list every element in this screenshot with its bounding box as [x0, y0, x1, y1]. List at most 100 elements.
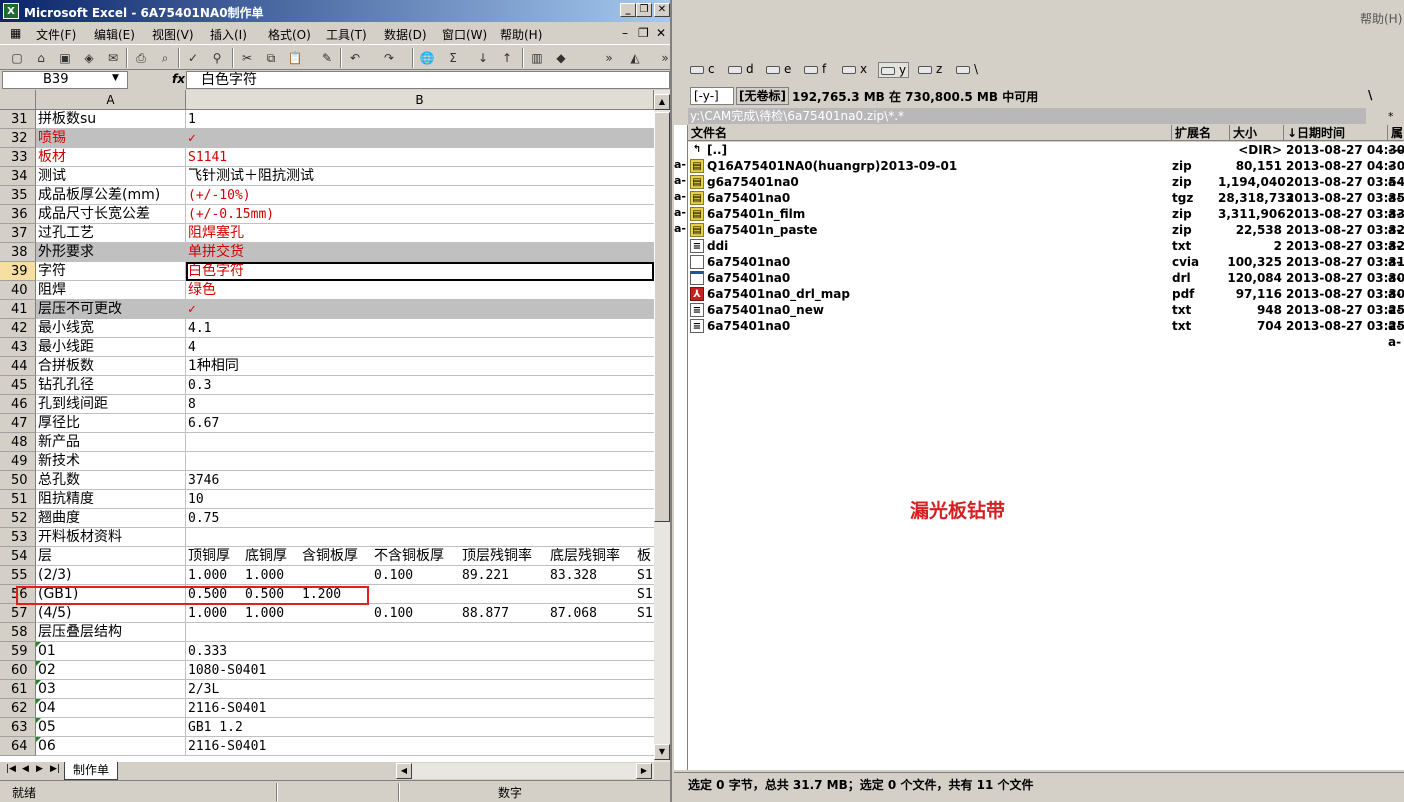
cell-b[interactable]: 4: [186, 338, 654, 357]
cell-a[interactable]: 成品板厚公差(mm): [36, 186, 186, 205]
cell-a[interactable]: 总孔数: [36, 471, 186, 490]
print-preview-icon[interactable]: ⌕: [156, 49, 174, 67]
cell-a[interactable]: 06: [36, 737, 186, 756]
cell-b[interactable]: 4.1: [186, 319, 654, 338]
row-header[interactable]: 46: [0, 395, 36, 414]
drive-z-button[interactable]: z: [918, 62, 942, 76]
row-header[interactable]: 58: [0, 623, 36, 642]
cell-b[interactable]: 0.75: [186, 509, 654, 528]
row-header[interactable]: 31: [0, 110, 36, 129]
name-box[interactable]: B39: [2, 71, 128, 89]
next-sheet-icon[interactable]: ▶: [36, 764, 43, 774]
cell-b[interactable]: 1种相同: [186, 357, 654, 376]
cell-b[interactable]: 0.3: [186, 376, 654, 395]
cell-b[interactable]: [186, 623, 654, 642]
cell-a[interactable]: 02: [36, 661, 186, 680]
cell-a[interactable]: 新产品: [36, 433, 186, 452]
row-header[interactable]: 48: [0, 433, 36, 452]
row-header[interactable]: 47: [0, 414, 36, 433]
cell-a[interactable]: 板材: [36, 148, 186, 167]
error-indicator-icon[interactable]: [36, 642, 41, 647]
excel-icon-small[interactable]: ▦: [10, 26, 21, 40]
cell-a[interactable]: 外形要求: [36, 243, 186, 262]
menu-data[interactable]: 数据(D): [384, 26, 427, 43]
menu-insert[interactable]: 插入(I): [210, 26, 247, 43]
drive-f-button[interactable]: f: [804, 62, 826, 76]
excel-title-bar[interactable]: X Microsoft Excel - 6A75401NA0制作单 _ ❐ ✕: [0, 0, 670, 22]
error-indicator-icon[interactable]: [36, 680, 41, 685]
cell-b[interactable]: [186, 433, 654, 452]
row-header[interactable]: 42: [0, 319, 36, 338]
undo-icon[interactable]: ↶: [346, 49, 364, 67]
cell-b[interactable]: 绿色: [186, 281, 654, 300]
sort-ascending-icon[interactable]: ↓: [474, 49, 492, 67]
last-sheet-icon[interactable]: ▶|: [50, 764, 60, 774]
row-header[interactable]: 55: [0, 566, 36, 585]
row-header[interactable]: 57: [0, 604, 36, 623]
menu-window[interactable]: 窗口(W): [442, 26, 487, 43]
network-root-button[interactable]: \: [956, 62, 978, 76]
row-header[interactable]: 38: [0, 243, 36, 262]
file-row[interactable]: ▤ 6a75401n_paste zip 22,538 2013-08-27 03:32…: [688, 222, 1404, 253]
row-header[interactable]: 61: [0, 680, 36, 699]
row-header[interactable]: 51: [0, 490, 36, 509]
cell-b[interactable]: ✓: [186, 300, 654, 319]
cell-a[interactable]: (2/3): [36, 566, 186, 585]
fill-color-icon[interactable]: ◭: [626, 49, 644, 67]
row-header[interactable]: 59: [0, 642, 36, 661]
file-list[interactable]: ↰ [..] <DIR> 2013-08-27 04:30 ---- ▤ Q16A75401…: [688, 142, 1404, 770]
file-row[interactable]: ▤ Q16A75401NA0(huangrp)2013-09-01 zip 80,15…: [688, 158, 1404, 189]
print-icon[interactable]: ⎙: [132, 49, 150, 67]
cell-b[interactable]: 6.67: [186, 414, 654, 433]
save-icon[interactable]: ▣: [56, 49, 74, 67]
cell-a[interactable]: 成品尺寸长宽公差: [36, 205, 186, 224]
excel-app-icon[interactable]: X: [3, 3, 19, 19]
cell-a[interactable]: 01: [36, 642, 186, 661]
row-header[interactable]: 53: [0, 528, 36, 547]
cell-a[interactable]: 钻孔孔径: [36, 376, 186, 395]
row-header[interactable]: 35: [0, 186, 36, 205]
cell-a[interactable]: 新技术: [36, 452, 186, 471]
scroll-thumb[interactable]: [654, 112, 670, 522]
cell-a[interactable]: 拼板数su: [36, 110, 186, 129]
row-header[interactable]: 43: [0, 338, 36, 357]
cell-b[interactable]: (+/-10%): [186, 186, 654, 205]
copy-icon[interactable]: ⧉: [262, 49, 280, 67]
scroll-down-icon[interactable]: ▼: [654, 744, 670, 760]
cell-b[interactable]: 3746: [186, 471, 654, 490]
cell-a[interactable]: 翘曲度: [36, 509, 186, 528]
cell-b[interactable]: 2/3L: [186, 680, 654, 699]
cell-b[interactable]: 10: [186, 490, 654, 509]
open-icon[interactable]: ⌂: [32, 49, 50, 67]
doc-close-button[interactable]: ✕: [656, 26, 666, 40]
menu-tools[interactable]: 工具(T): [326, 26, 367, 43]
cell-b[interactable]: 2116-S0401: [186, 699, 654, 718]
restore-button[interactable]: ❐: [636, 3, 652, 17]
cell-a[interactable]: 喷锡: [36, 129, 186, 148]
row-header[interactable]: 41: [0, 300, 36, 319]
cell-a[interactable]: 04: [36, 699, 186, 718]
cell-a[interactable]: 开料板材资料: [36, 528, 186, 547]
cell-b[interactable]: 8: [186, 395, 654, 414]
cell-b[interactable]: 飞针测试＋阻抗测试: [186, 167, 654, 186]
toolbar-options-icon-2[interactable]: »: [656, 49, 670, 67]
drive-select[interactable]: [-y-]: [690, 87, 734, 105]
row-header[interactable]: 64: [0, 737, 36, 756]
sheet-tab-active[interactable]: 制作单: [64, 762, 119, 780]
row-header[interactable]: 49: [0, 452, 36, 471]
file-row[interactable]: 6a75401na0 drl 120,084 2013-08-27 03:30 -a-: [688, 270, 1404, 301]
drive-d-button[interactable]: d: [728, 62, 754, 76]
row-header[interactable]: 34: [0, 167, 36, 186]
header-ext[interactable]: 扩展名: [1172, 125, 1230, 141]
row-header[interactable]: 44: [0, 357, 36, 376]
cell-a[interactable]: 孔到线间距: [36, 395, 186, 414]
header-date[interactable]: ↓日期时间: [1284, 125, 1388, 141]
spreadsheet-grid[interactable]: A B 31 拼板数su 1 32 喷锡 ✓ 33 板材 S1141 34 测试 飞针测试＋阻抗测试 3…: [0, 90, 654, 762]
drive-x-button[interactable]: x: [842, 62, 867, 76]
cell-b[interactable]: 白色字符: [186, 262, 654, 281]
cell-b[interactable]: 1: [186, 110, 654, 129]
drive-c-button[interactable]: c: [690, 62, 715, 76]
cell-a[interactable]: 字符: [36, 262, 186, 281]
row-header[interactable]: 45: [0, 376, 36, 395]
column-header-a[interactable]: A: [36, 90, 186, 110]
